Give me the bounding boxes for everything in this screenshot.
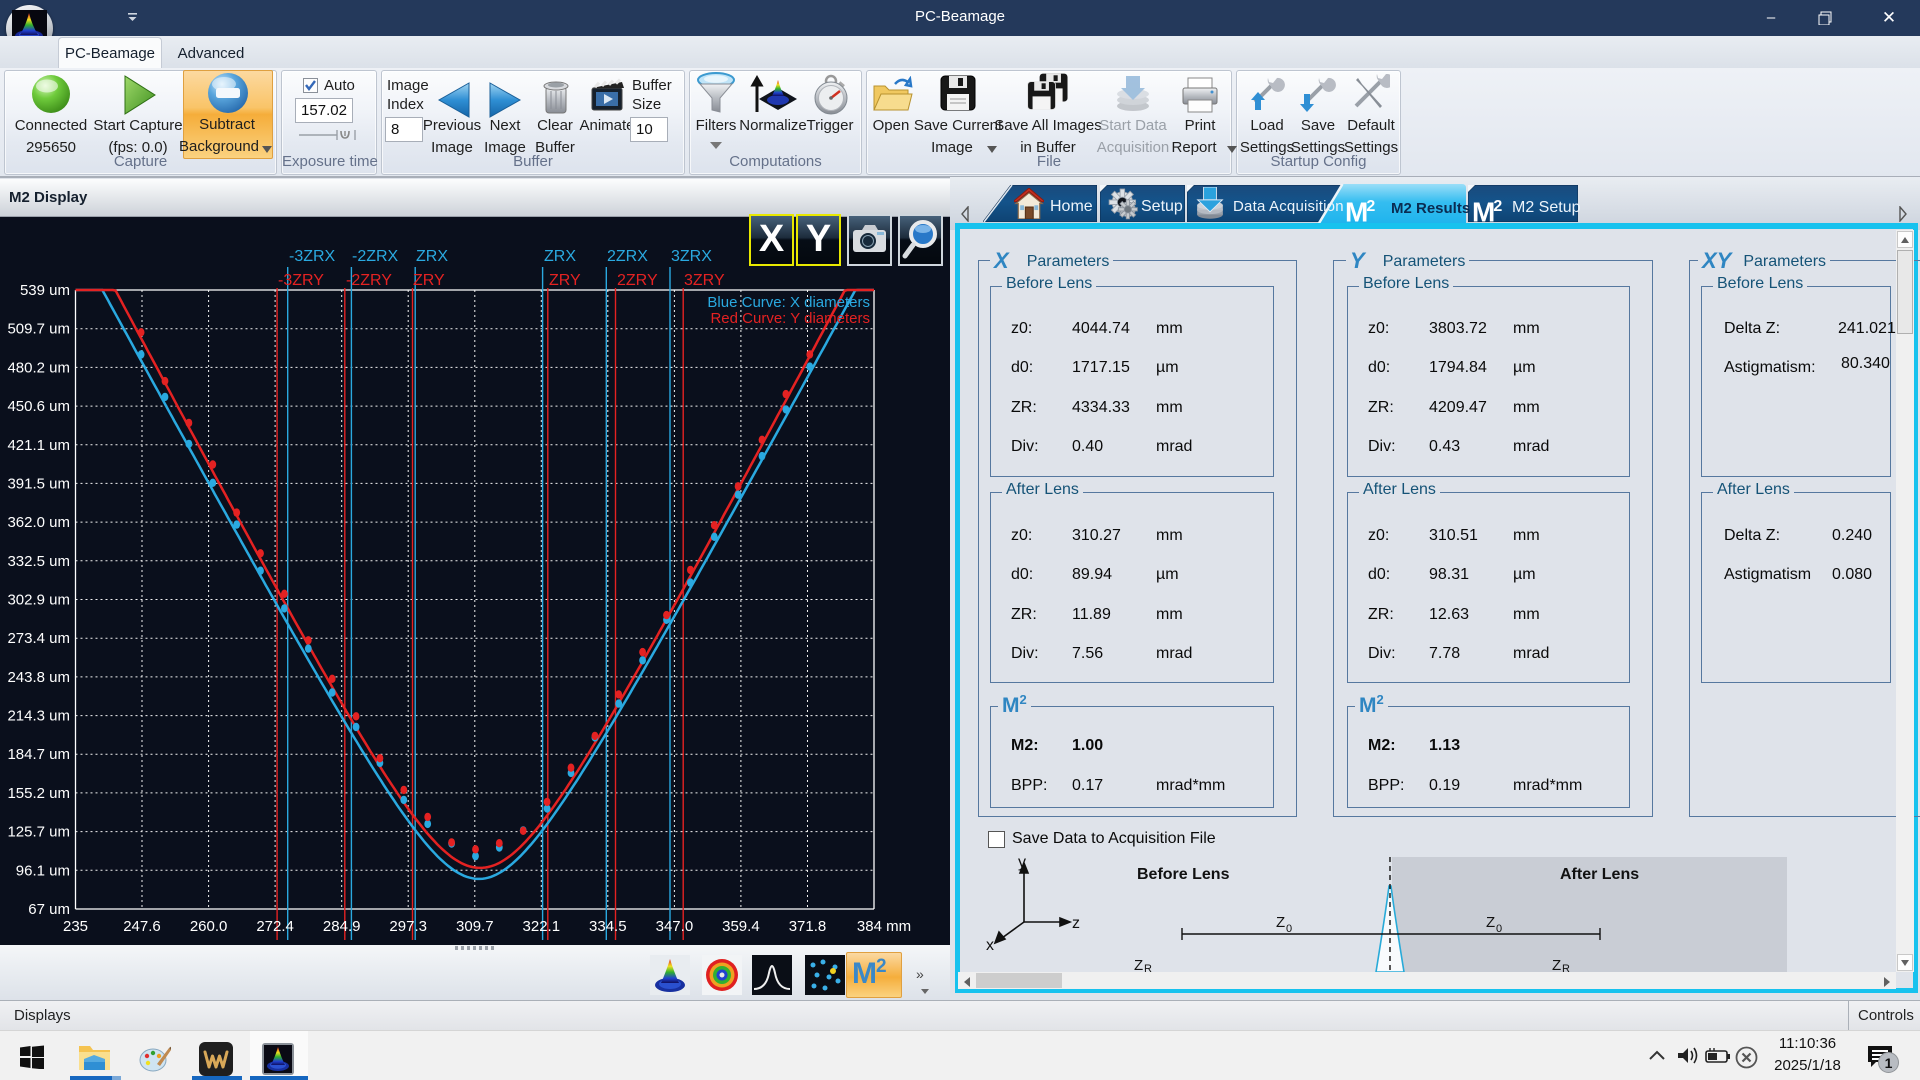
svg-text:ZRY: ZRY xyxy=(549,272,581,289)
svg-text:-2ZRX: -2ZRX xyxy=(352,248,399,265)
svg-text:371.8: 371.8 xyxy=(789,918,827,935)
svg-text:539 um: 539 um xyxy=(20,282,70,299)
svg-text:247.6: 247.6 xyxy=(123,918,161,935)
svg-text:-2ZRY: -2ZRY xyxy=(346,272,392,289)
svg-text:362.0 um: 362.0 um xyxy=(7,514,70,531)
svg-text:0: 0 xyxy=(1496,923,1502,935)
svg-text:2ZRX: 2ZRX xyxy=(607,248,648,265)
svg-text:Z: Z xyxy=(1552,957,1561,972)
svg-text:ZRX: ZRX xyxy=(544,248,576,265)
svg-text:Red Curve: Y diameters: Red Curve: Y diameters xyxy=(710,310,870,327)
svg-text:Blue Curve: X diameters: Blue Curve: X diameters xyxy=(707,294,870,311)
svg-text:3ZRX: 3ZRX xyxy=(671,248,712,265)
svg-text:R: R xyxy=(1144,963,1152,972)
svg-text:391.5 um: 391.5 um xyxy=(7,475,70,492)
svg-text:235: 235 xyxy=(63,918,88,935)
svg-text:273.4 um: 273.4 um xyxy=(7,630,70,647)
svg-text:214.3 um: 214.3 um xyxy=(7,708,70,725)
svg-text:334.5: 334.5 xyxy=(589,918,627,935)
svg-text:ZRY: ZRY xyxy=(413,272,445,289)
svg-text:x: x xyxy=(986,937,994,954)
svg-text:125.7 um: 125.7 um xyxy=(7,824,70,841)
svg-text:96.1 um: 96.1 um xyxy=(16,862,70,879)
svg-text:509.7 um: 509.7 um xyxy=(7,321,70,338)
svg-text:322.1: 322.1 xyxy=(523,918,561,935)
svg-text:y: y xyxy=(1018,855,1026,871)
svg-text:ZRX: ZRX xyxy=(416,248,448,265)
svg-text:421.1 um: 421.1 um xyxy=(7,437,70,454)
svg-text:Z: Z xyxy=(1486,914,1495,931)
svg-text:384 mm: 384 mm xyxy=(857,918,911,935)
svg-text:332.5 um: 332.5 um xyxy=(7,553,70,570)
svg-text:272.4: 272.4 xyxy=(256,918,294,935)
svg-text:2ZRY: 2ZRY xyxy=(617,272,658,289)
svg-text:0: 0 xyxy=(1286,923,1292,935)
svg-text:284.9: 284.9 xyxy=(323,918,361,935)
svg-text:450.6 um: 450.6 um xyxy=(7,398,70,415)
svg-text:67 um: 67 um xyxy=(28,901,70,918)
svg-text:309.7: 309.7 xyxy=(456,918,494,935)
svg-text:z: z xyxy=(1072,915,1080,932)
svg-text:After Lens: After Lens xyxy=(1560,866,1639,883)
svg-text:R: R xyxy=(1562,963,1570,972)
svg-text:480.2 um: 480.2 um xyxy=(7,359,70,376)
svg-text:Z: Z xyxy=(1276,914,1285,931)
svg-text:Z: Z xyxy=(1134,957,1143,972)
svg-text:3ZRY: 3ZRY xyxy=(684,272,725,289)
svg-text:-3ZRX: -3ZRX xyxy=(289,248,336,265)
svg-text:243.8 um: 243.8 um xyxy=(7,669,70,686)
svg-text:297.3: 297.3 xyxy=(389,918,427,935)
svg-text:302.9 um: 302.9 um xyxy=(7,592,70,609)
svg-text:359.4: 359.4 xyxy=(722,918,760,935)
svg-text:155.2 um: 155.2 um xyxy=(7,785,70,802)
svg-text:347.0: 347.0 xyxy=(656,918,694,935)
svg-text:260.0: 260.0 xyxy=(190,918,228,935)
svg-text:-3ZRY: -3ZRY xyxy=(278,272,324,289)
svg-text:Before Lens: Before Lens xyxy=(1137,866,1230,883)
svg-text:184.7 um: 184.7 um xyxy=(7,746,70,763)
